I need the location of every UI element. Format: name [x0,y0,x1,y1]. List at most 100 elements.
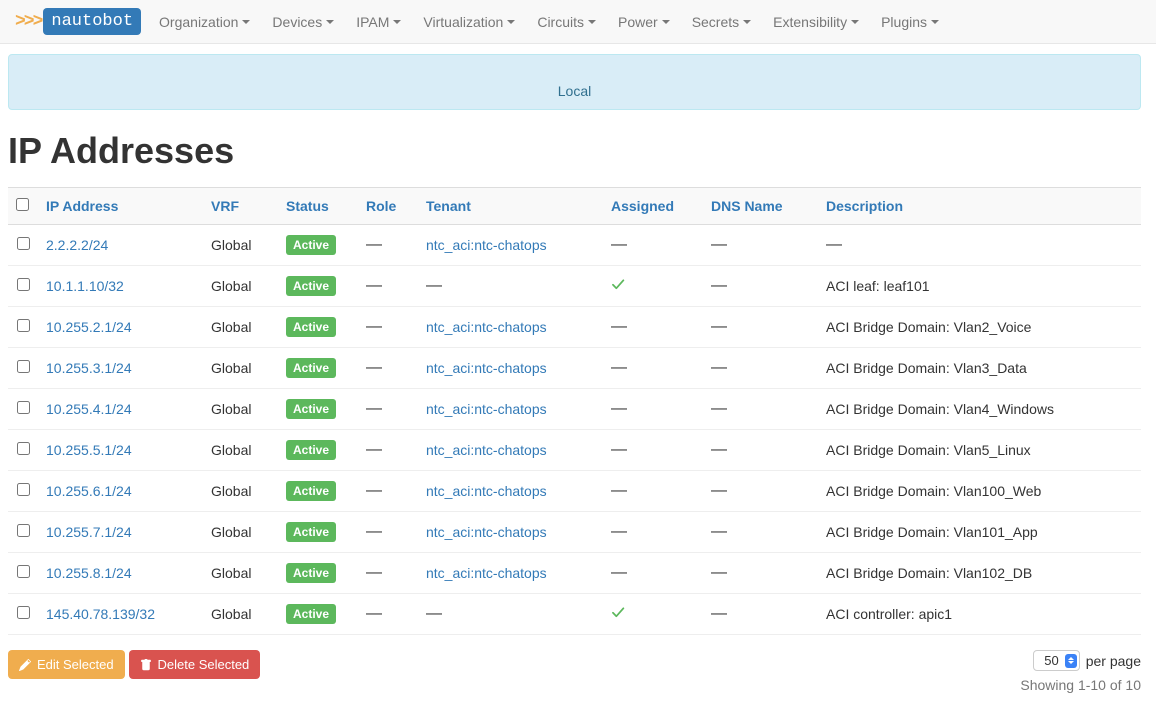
tenant-link[interactable]: ntc_aci:ntc-chatops [426,565,547,581]
col-status[interactable]: Status [286,198,329,214]
navbar: >>> nautobot Organization Devices IPAM Virt… [0,0,1156,44]
tenant-link[interactable]: ntc_aci:ntc-chatops [426,442,547,458]
role-cell: — [358,512,418,553]
tenant-link[interactable]: ntc_aci:ntc-chatops [426,360,547,376]
nav-item-organization[interactable]: Organization [159,14,250,30]
ip-link[interactable]: 10.255.8.1/24 [46,565,132,581]
ip-link[interactable]: 10.255.4.1/24 [46,401,132,417]
nav-item-secrets[interactable]: Secrets [692,14,751,30]
row-checkbox[interactable] [17,360,30,373]
tenant-link[interactable]: ntc_aci:ntc-chatops [426,319,547,335]
edit-selected-button[interactable]: Edit Selected [8,650,125,679]
status-badge: Active [286,604,336,624]
dns-cell: — [703,348,818,389]
table-row: 10.255.4.1/24GlobalActive—ntc_aci:ntc-ch… [8,389,1141,430]
edit-selected-label: Edit Selected [37,657,114,672]
chevron-down-icon [242,20,250,24]
row-checkbox[interactable] [17,565,30,578]
per-page-stepper[interactable]: 50 [1033,650,1079,671]
tenant-link[interactable]: ntc_aci:ntc-chatops [426,237,547,253]
check-icon [611,279,625,295]
dns-cell: — [703,266,818,307]
nav-item-ipam[interactable]: IPAM [356,14,401,30]
nav-item-devices[interactable]: Devices [272,14,334,30]
ip-link[interactable]: 10.255.5.1/24 [46,442,132,458]
status-badge: Active [286,481,336,501]
info-panel: Local [8,54,1141,110]
row-checkbox[interactable] [17,401,30,414]
pagination: 50 per page Showing 1-10 of 10 [1020,650,1141,693]
tenant-cell: — [418,266,603,307]
status-badge: Active [286,399,336,419]
col-tenant[interactable]: Tenant [426,198,471,214]
role-cell: — [358,430,418,471]
dns-cell: — [703,594,818,635]
description-cell: ACI leaf: leaf101 [818,266,1141,307]
table-row: 10.255.8.1/24GlobalActive—ntc_aci:ntc-ch… [8,553,1141,594]
main-content: Local IP Addresses IP Address VRF Status… [0,44,1156,723]
ip-link[interactable]: 10.255.2.1/24 [46,319,132,335]
col-ip[interactable]: IP Address [46,198,118,214]
description-cell: ACI Bridge Domain: Vlan2_Voice [818,307,1141,348]
col-dns[interactable]: DNS Name [711,198,783,214]
brand-logo[interactable]: >>> nautobot [15,8,141,35]
trash-icon [140,659,152,671]
status-badge: Active [286,563,336,583]
assigned-cell: — [603,307,703,348]
row-checkbox[interactable] [17,319,30,332]
nav-item-plugins[interactable]: Plugins [881,14,939,30]
check-icon [611,607,625,623]
ip-link[interactable]: 145.40.78.139/32 [46,606,155,622]
chevron-down-icon [507,20,515,24]
table-row: 10.1.1.10/32GlobalActive———ACI leaf: lea… [8,266,1141,307]
chevron-down-icon [588,20,596,24]
tenant-link[interactable]: ntc_aci:ntc-chatops [426,483,547,499]
col-role[interactable]: Role [366,198,396,214]
nav-item-label: Power [618,14,658,30]
ip-link[interactable]: 2.2.2.2/24 [46,237,108,253]
logo-name: nautobot [43,8,141,35]
assigned-cell: — [603,348,703,389]
row-checkbox[interactable] [17,442,30,455]
status-badge: Active [286,440,336,460]
role-cell: — [358,307,418,348]
ip-link[interactable]: 10.255.3.1/24 [46,360,132,376]
vrf-cell: Global [203,512,278,553]
nav-item-label: IPAM [356,14,389,30]
row-checkbox[interactable] [17,524,30,537]
select-all-checkbox[interactable] [16,198,29,211]
table-row: 145.40.78.139/32GlobalActive———ACI contr… [8,594,1141,635]
tenant-link[interactable]: ntc_aci:ntc-chatops [426,524,547,540]
tenant-link[interactable]: ntc_aci:ntc-chatops [426,401,547,417]
dns-cell: — [703,512,818,553]
stepper-icon [1065,654,1077,668]
bulk-actions: Edit Selected Delete Selected [8,650,260,679]
vrf-cell: Global [203,307,278,348]
status-badge: Active [286,522,336,542]
delete-selected-button[interactable]: Delete Selected [129,650,261,679]
chevron-down-icon [662,20,670,24]
vrf-cell: Global [203,225,278,266]
col-description[interactable]: Description [826,198,903,214]
status-badge: Active [286,235,336,255]
nav-item-circuits[interactable]: Circuits [537,14,596,30]
nav-item-extensibility[interactable]: Extensibility [773,14,859,30]
tenant-cell: — [418,594,603,635]
row-checkbox[interactable] [17,483,30,496]
ip-link[interactable]: 10.255.7.1/24 [46,524,132,540]
assigned-cell: — [603,471,703,512]
row-checkbox[interactable] [17,606,30,619]
assigned-cell: — [603,430,703,471]
col-vrf[interactable]: VRF [211,198,239,214]
vrf-cell: Global [203,389,278,430]
nav-item-virtualization[interactable]: Virtualization [423,14,515,30]
ip-link[interactable]: 10.255.6.1/24 [46,483,132,499]
row-checkbox[interactable] [17,278,30,291]
row-checkbox[interactable] [17,237,30,250]
assigned-cell: — [603,225,703,266]
ip-link[interactable]: 10.1.1.10/32 [46,278,124,294]
vrf-cell: Global [203,594,278,635]
col-assigned[interactable]: Assigned [611,198,674,214]
nav-item-power[interactable]: Power [618,14,670,30]
description-cell: ACI Bridge Domain: Vlan100_Web [818,471,1141,512]
